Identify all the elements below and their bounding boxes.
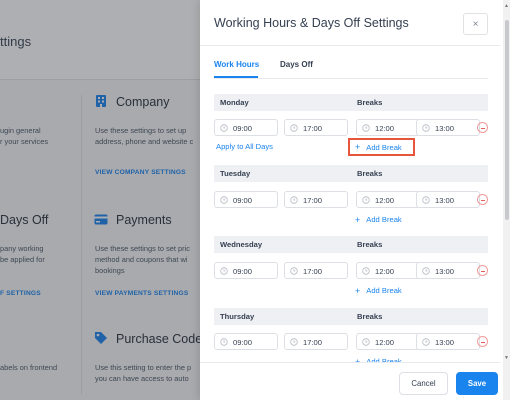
remove-break-button[interactable]	[477, 194, 488, 205]
thursday-break-end[interactable]: 13:00	[416, 333, 480, 350]
scroll-down-arrow-icon[interactable]: ▼	[504, 355, 509, 361]
time-value: 17:00	[303, 267, 323, 276]
tuesday-break-start[interactable]: 12:00	[356, 191, 420, 208]
clock-icon	[362, 124, 370, 132]
clock-icon	[422, 124, 430, 132]
add-break-button[interactable]: + Add Break	[348, 138, 415, 156]
scrollbar-thumb[interactable]	[505, 20, 509, 220]
clock-icon	[362, 267, 370, 275]
time-value: 12:00	[375, 267, 395, 276]
header-divider	[200, 45, 500, 46]
tab-days-off[interactable]: Days Off	[280, 60, 313, 69]
day-name: Monday	[220, 98, 249, 107]
time-value: 09:00	[233, 124, 253, 133]
breaks-label: Breaks	[357, 240, 383, 249]
tuesday-start-time[interactable]: 09:00	[214, 191, 278, 208]
apply-to-all-days-link[interactable]: Apply to All Days	[216, 142, 273, 151]
time-value: 13:00	[435, 338, 455, 347]
clock-icon	[362, 196, 370, 204]
add-break-button[interactable]: + Add Break	[350, 354, 402, 363]
clock-icon	[220, 267, 228, 275]
plus-icon: +	[355, 142, 361, 152]
thursday-break-start[interactable]: 12:00	[356, 333, 420, 350]
time-value: 12:00	[375, 338, 395, 347]
clock-icon	[290, 338, 298, 346]
clock-icon	[290, 267, 298, 275]
clock-icon	[422, 338, 430, 346]
time-value: 13:00	[435, 196, 455, 205]
time-value: 09:00	[233, 338, 253, 347]
wednesday-end-time[interactable]: 17:00	[284, 262, 348, 279]
add-break-button[interactable]: + Add Break	[350, 283, 402, 298]
tuesday-end-time[interactable]: 17:00	[284, 191, 348, 208]
active-tab-indicator	[214, 76, 258, 78]
remove-break-button[interactable]	[477, 336, 488, 347]
breaks-label: Breaks	[357, 98, 383, 107]
clock-icon	[422, 196, 430, 204]
tuesday-break-end[interactable]: 13:00	[416, 191, 480, 208]
modal-footer	[200, 362, 500, 400]
remove-break-button[interactable]	[477, 265, 488, 276]
thursday-end-time[interactable]: 17:00	[284, 333, 348, 350]
plus-icon: +	[355, 214, 361, 225]
tab-work-hours[interactable]: Work Hours	[214, 60, 259, 69]
close-icon: ×	[472, 18, 479, 30]
day-header-tuesday: Tuesday Breaks	[214, 165, 488, 182]
time-value: 17:00	[303, 196, 323, 205]
day-header-monday: Monday Breaks	[214, 94, 488, 111]
thursday-start-time[interactable]: 09:00	[214, 333, 278, 350]
add-break-label: Add Break	[366, 142, 402, 152]
day-name: Thursday	[220, 312, 255, 321]
time-value: 09:00	[233, 196, 253, 205]
time-value: 12:00	[375, 124, 395, 133]
clock-icon	[220, 338, 228, 346]
time-value: 17:00	[303, 124, 323, 133]
clock-icon	[422, 267, 430, 275]
wednesday-start-time[interactable]: 09:00	[214, 262, 278, 279]
clock-icon	[290, 124, 298, 132]
save-button[interactable]: Save	[456, 372, 498, 395]
cancel-button[interactable]: Cancel	[399, 372, 448, 395]
day-name: Tuesday	[220, 169, 251, 178]
time-value: 09:00	[233, 267, 253, 276]
days-list: Monday Breaks 09:00 17:00 12:00 13:00 Ap…	[200, 80, 500, 362]
time-value: 12:00	[375, 196, 395, 205]
clock-icon	[220, 196, 228, 204]
wednesday-break-start[interactable]: 12:00	[356, 262, 420, 279]
plus-icon: +	[355, 285, 361, 296]
day-header-thursday: Thursday Breaks	[214, 308, 488, 325]
time-value: 13:00	[435, 267, 455, 276]
day-header-wednesday: Wednesday Breaks	[214, 236, 488, 253]
working-hours-modal: Working Hours & Days Off Settings × Work…	[200, 0, 510, 400]
time-value: 13:00	[435, 124, 455, 133]
add-break-button[interactable]: + Add Break	[350, 212, 402, 227]
time-value: 17:00	[303, 338, 323, 347]
tabs-divider	[214, 78, 488, 79]
clock-icon	[362, 338, 370, 346]
close-button[interactable]: ×	[463, 13, 488, 35]
breaks-label: Breaks	[357, 169, 383, 178]
day-name: Wednesday	[220, 240, 263, 249]
monday-break-start[interactable]: 12:00	[356, 119, 420, 136]
breaks-label: Breaks	[357, 312, 383, 321]
add-break-label: Add Break	[366, 215, 402, 224]
modal-title: Working Hours & Days Off Settings	[214, 16, 409, 30]
add-break-label: Add Break	[366, 286, 402, 295]
scroll-up-arrow-icon[interactable]: ▲	[504, 3, 509, 9]
clock-icon	[220, 124, 228, 132]
monday-start-time[interactable]: 09:00	[214, 119, 278, 136]
clock-icon	[290, 196, 298, 204]
monday-end-time[interactable]: 17:00	[284, 119, 348, 136]
monday-break-end[interactable]: 13:00	[416, 119, 480, 136]
remove-break-button[interactable]	[477, 122, 488, 133]
wednesday-break-end[interactable]: 13:00	[416, 262, 480, 279]
